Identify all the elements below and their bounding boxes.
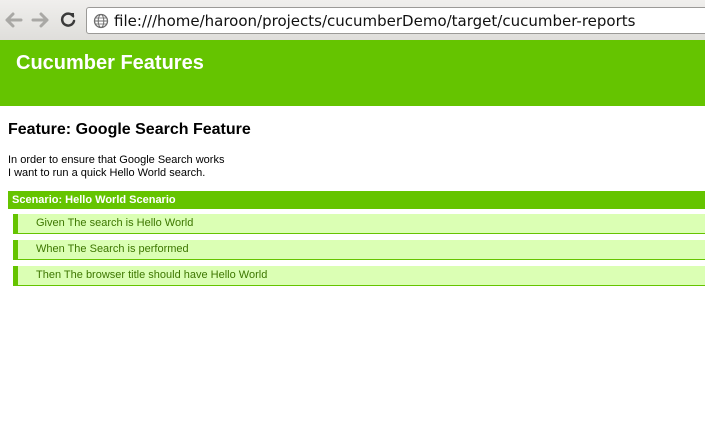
feature-description-line: I want to run a quick Hello World search… — [8, 167, 206, 179]
reload-icon — [60, 12, 76, 27]
step-list: Given The search is Hello World When The… — [13, 214, 705, 292]
back-button[interactable] — [4, 10, 24, 30]
forward-button[interactable] — [30, 10, 50, 30]
url-text: file:///home/haroon/projects/cucumberDem… — [114, 12, 636, 30]
feature-description-line: In order to ensure that Google Search wo… — [8, 154, 225, 166]
browser-toolbar: file:///home/haroon/projects/cucumberDem… — [0, 0, 705, 41]
scenario-title: Scenario: Hello World Scenario — [12, 194, 176, 206]
reload-button[interactable] — [58, 10, 78, 30]
arrow-right-icon — [31, 12, 49, 28]
step-passed: Given The search is Hello World — [13, 214, 705, 234]
step-passed: Then The browser title should have Hello… — [13, 266, 705, 286]
arrow-left-icon — [5, 12, 23, 28]
report-header: Cucumber Features — [0, 40, 705, 106]
globe-icon — [93, 13, 109, 29]
report-title: Cucumber Features — [16, 52, 204, 74]
step-text: Given The search is Hello World — [36, 217, 194, 229]
feature-description: In order to ensure that Google Search wo… — [8, 154, 224, 180]
step-passed: When The Search is performed — [13, 240, 705, 260]
step-text: When The Search is performed — [36, 243, 189, 255]
scenario-header: Scenario: Hello World Scenario — [8, 191, 705, 209]
feature-heading: Feature: Google Search Feature — [8, 121, 251, 138]
step-text: Then The browser title should have Hello… — [36, 269, 268, 281]
address-bar[interactable]: file:///home/haroon/projects/cucumberDem… — [86, 7, 705, 34]
